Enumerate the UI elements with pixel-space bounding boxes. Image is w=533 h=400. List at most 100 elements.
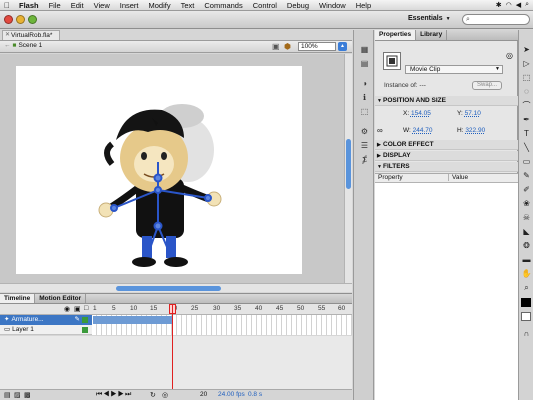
instance-target-icon[interactable]: ◎ bbox=[506, 51, 513, 60]
zoom-tool-icon[interactable]: ⌕ bbox=[521, 282, 532, 293]
snap-to-objects-icon[interactable]: ∩ bbox=[521, 328, 532, 339]
new-folder-icon[interactable]: ▨ bbox=[14, 391, 21, 399]
menu-view[interactable]: View bbox=[89, 1, 115, 10]
stage[interactable] bbox=[16, 66, 302, 274]
onion-skin-icon[interactable]: ◎ bbox=[162, 391, 168, 399]
menu-file[interactable]: File bbox=[44, 1, 66, 10]
tab-library[interactable]: Library bbox=[416, 30, 448, 40]
section-filters[interactable]: ▼ FILTERS bbox=[375, 162, 518, 172]
components-icon[interactable]: ☰ bbox=[359, 140, 370, 151]
w-value[interactable]: 244.70 bbox=[413, 127, 433, 134]
bone-tool-icon[interactable]: ☠ bbox=[521, 212, 532, 223]
workspace-switcher[interactable]: Essentials ▼ bbox=[408, 15, 451, 22]
tab-properties[interactable]: Properties bbox=[375, 30, 417, 40]
menu-help[interactable]: Help bbox=[351, 1, 376, 10]
section-display[interactable]: ▶ DISPLAY bbox=[375, 151, 518, 161]
horizontal-scroll-thumb[interactable] bbox=[116, 286, 221, 291]
hand-tool-icon[interactable]: ✋ bbox=[521, 268, 532, 279]
3d-rotation-tool-icon[interactable]: ◌ bbox=[521, 86, 532, 97]
layer-row-layer1[interactable]: ▭ Layer 1 bbox=[0, 325, 92, 335]
column-value[interactable]: Value bbox=[448, 174, 468, 181]
menu-debug[interactable]: Debug bbox=[282, 1, 314, 10]
wifi-icon[interactable]: ◠ bbox=[506, 1, 512, 9]
lock-icon[interactable]: ▣ bbox=[74, 305, 81, 313]
menu-edit[interactable]: Edit bbox=[66, 1, 89, 10]
color-icon[interactable]: ◑ bbox=[359, 78, 370, 89]
outline-icon[interactable]: □ bbox=[84, 305, 88, 312]
document-tab[interactable]: ✕ VirtualRob.fla* bbox=[2, 30, 60, 40]
tab-motion-editor[interactable]: Motion Editor bbox=[35, 294, 87, 303]
x-value[interactable]: 154.05 bbox=[411, 110, 431, 117]
align-icon[interactable]: ▤ bbox=[359, 58, 370, 69]
menu-text[interactable]: Text bbox=[176, 1, 200, 10]
menu-control[interactable]: Control bbox=[248, 1, 282, 10]
transform-icon[interactable]: ⬚ bbox=[359, 106, 370, 117]
menu-window[interactable]: Window bbox=[314, 1, 351, 10]
apple-icon[interactable]:  bbox=[0, 1, 14, 10]
text-tool-icon[interactable]: T bbox=[521, 128, 532, 139]
motion-presets-icon[interactable]: ⨋ bbox=[359, 154, 370, 165]
swap-button[interactable]: Swap... bbox=[472, 81, 502, 90]
layer-color-swatch[interactable] bbox=[82, 317, 88, 323]
section-color-effect[interactable]: ▶ COLOR EFFECT bbox=[375, 140, 518, 150]
character-artwork[interactable] bbox=[16, 66, 302, 274]
link-icon[interactable]: ∞ bbox=[377, 126, 383, 135]
menu-modify[interactable]: Modify bbox=[144, 1, 176, 10]
frame-rate[interactable]: 24.00 fps bbox=[218, 391, 245, 398]
stroke-color-swatch[interactable] bbox=[521, 298, 531, 307]
new-layer-icon[interactable]: ▤ bbox=[4, 391, 11, 399]
edit-symbols-icon[interactable]: ⬢ bbox=[284, 42, 291, 51]
code-snippets-icon[interactable]: ⚙ bbox=[359, 126, 370, 137]
lasso-tool-icon[interactable]: ⌒ bbox=[521, 100, 532, 111]
paint-bucket-tool-icon[interactable]: ◣ bbox=[521, 226, 532, 237]
free-transform-tool-icon[interactable]: ⬚ bbox=[521, 72, 532, 83]
line-tool-icon[interactable]: ╲ bbox=[521, 142, 532, 153]
swatches-icon[interactable]: ▦ bbox=[359, 44, 370, 55]
vertical-scrollbar[interactable] bbox=[344, 54, 352, 283]
loop-icon[interactable]: ↻ bbox=[150, 391, 156, 399]
symbol-type-select[interactable]: Movie Clip ▼ bbox=[405, 65, 503, 74]
armature-frame-span[interactable] bbox=[93, 316, 173, 324]
breadcrumb[interactable]: ← ■ Scene 1 bbox=[4, 42, 42, 49]
h-value[interactable]: 322.90 bbox=[465, 127, 485, 134]
edit-scene-icon[interactable]: ▣ bbox=[272, 42, 280, 51]
section-position-size[interactable]: ▼ POSITION AND SIZE bbox=[375, 96, 518, 106]
layer-row-armature[interactable]: ✦ Armature... ✎ bbox=[0, 315, 92, 325]
back-arrow-icon[interactable]: ← bbox=[4, 42, 11, 49]
horizontal-scrollbar[interactable] bbox=[0, 283, 352, 292]
bluetooth-icon[interactable]: ✱ bbox=[496, 1, 502, 9]
close-window-icon[interactable] bbox=[4, 15, 13, 24]
eraser-tool-icon[interactable]: ▬ bbox=[521, 254, 532, 265]
pencil-tool-icon[interactable]: ✎ bbox=[521, 170, 532, 181]
eyedropper-tool-icon[interactable]: ❂ bbox=[521, 240, 532, 251]
y-value[interactable]: 57.10 bbox=[465, 110, 481, 117]
minimize-window-icon[interactable] bbox=[16, 15, 25, 24]
spotlight-icon[interactable]: ⌕ bbox=[525, 1, 529, 9]
visibility-eye-icon[interactable]: ◉ bbox=[64, 305, 70, 313]
vertical-scroll-thumb[interactable] bbox=[346, 139, 351, 189]
playback-controls-icon[interactable]: ⏮◀▶▶⏭ bbox=[96, 391, 132, 399]
selection-tool-icon[interactable]: ➤ bbox=[521, 44, 532, 55]
playhead[interactable] bbox=[172, 305, 173, 392]
delete-layer-icon[interactable]: ▩ bbox=[24, 391, 31, 399]
rectangle-tool-icon[interactable]: ▭ bbox=[521, 156, 532, 167]
help-search-input[interactable]: ⌕ bbox=[462, 14, 530, 25]
menu-commands[interactable]: Commands bbox=[199, 1, 247, 10]
brush-tool-icon[interactable]: ✐ bbox=[521, 184, 532, 195]
zoom-window-icon[interactable] bbox=[28, 15, 37, 24]
menu-insert[interactable]: Insert bbox=[115, 1, 144, 10]
fill-color-swatch[interactable] bbox=[521, 312, 531, 321]
pen-tool-icon[interactable]: ✒ bbox=[521, 114, 532, 125]
layer-name[interactable]: Layer 1 bbox=[12, 325, 34, 335]
deco-tool-icon[interactable]: ❀ bbox=[521, 198, 532, 209]
tab-timeline[interactable]: Timeline bbox=[0, 294, 36, 303]
zoom-field[interactable]: 100% bbox=[298, 42, 336, 51]
zoom-dropdown-icon[interactable]: ▲ bbox=[338, 42, 347, 51]
close-tab-icon[interactable]: ✕ bbox=[5, 31, 10, 40]
menu-app[interactable]: Flash bbox=[14, 1, 44, 10]
subselection-tool-icon[interactable]: ▷ bbox=[521, 58, 532, 69]
layer-color-swatch[interactable] bbox=[82, 326, 88, 333]
layer-name[interactable]: Armature... bbox=[11, 315, 43, 325]
column-property[interactable]: Property bbox=[378, 174, 403, 181]
info-icon[interactable]: ℹ bbox=[359, 92, 370, 103]
